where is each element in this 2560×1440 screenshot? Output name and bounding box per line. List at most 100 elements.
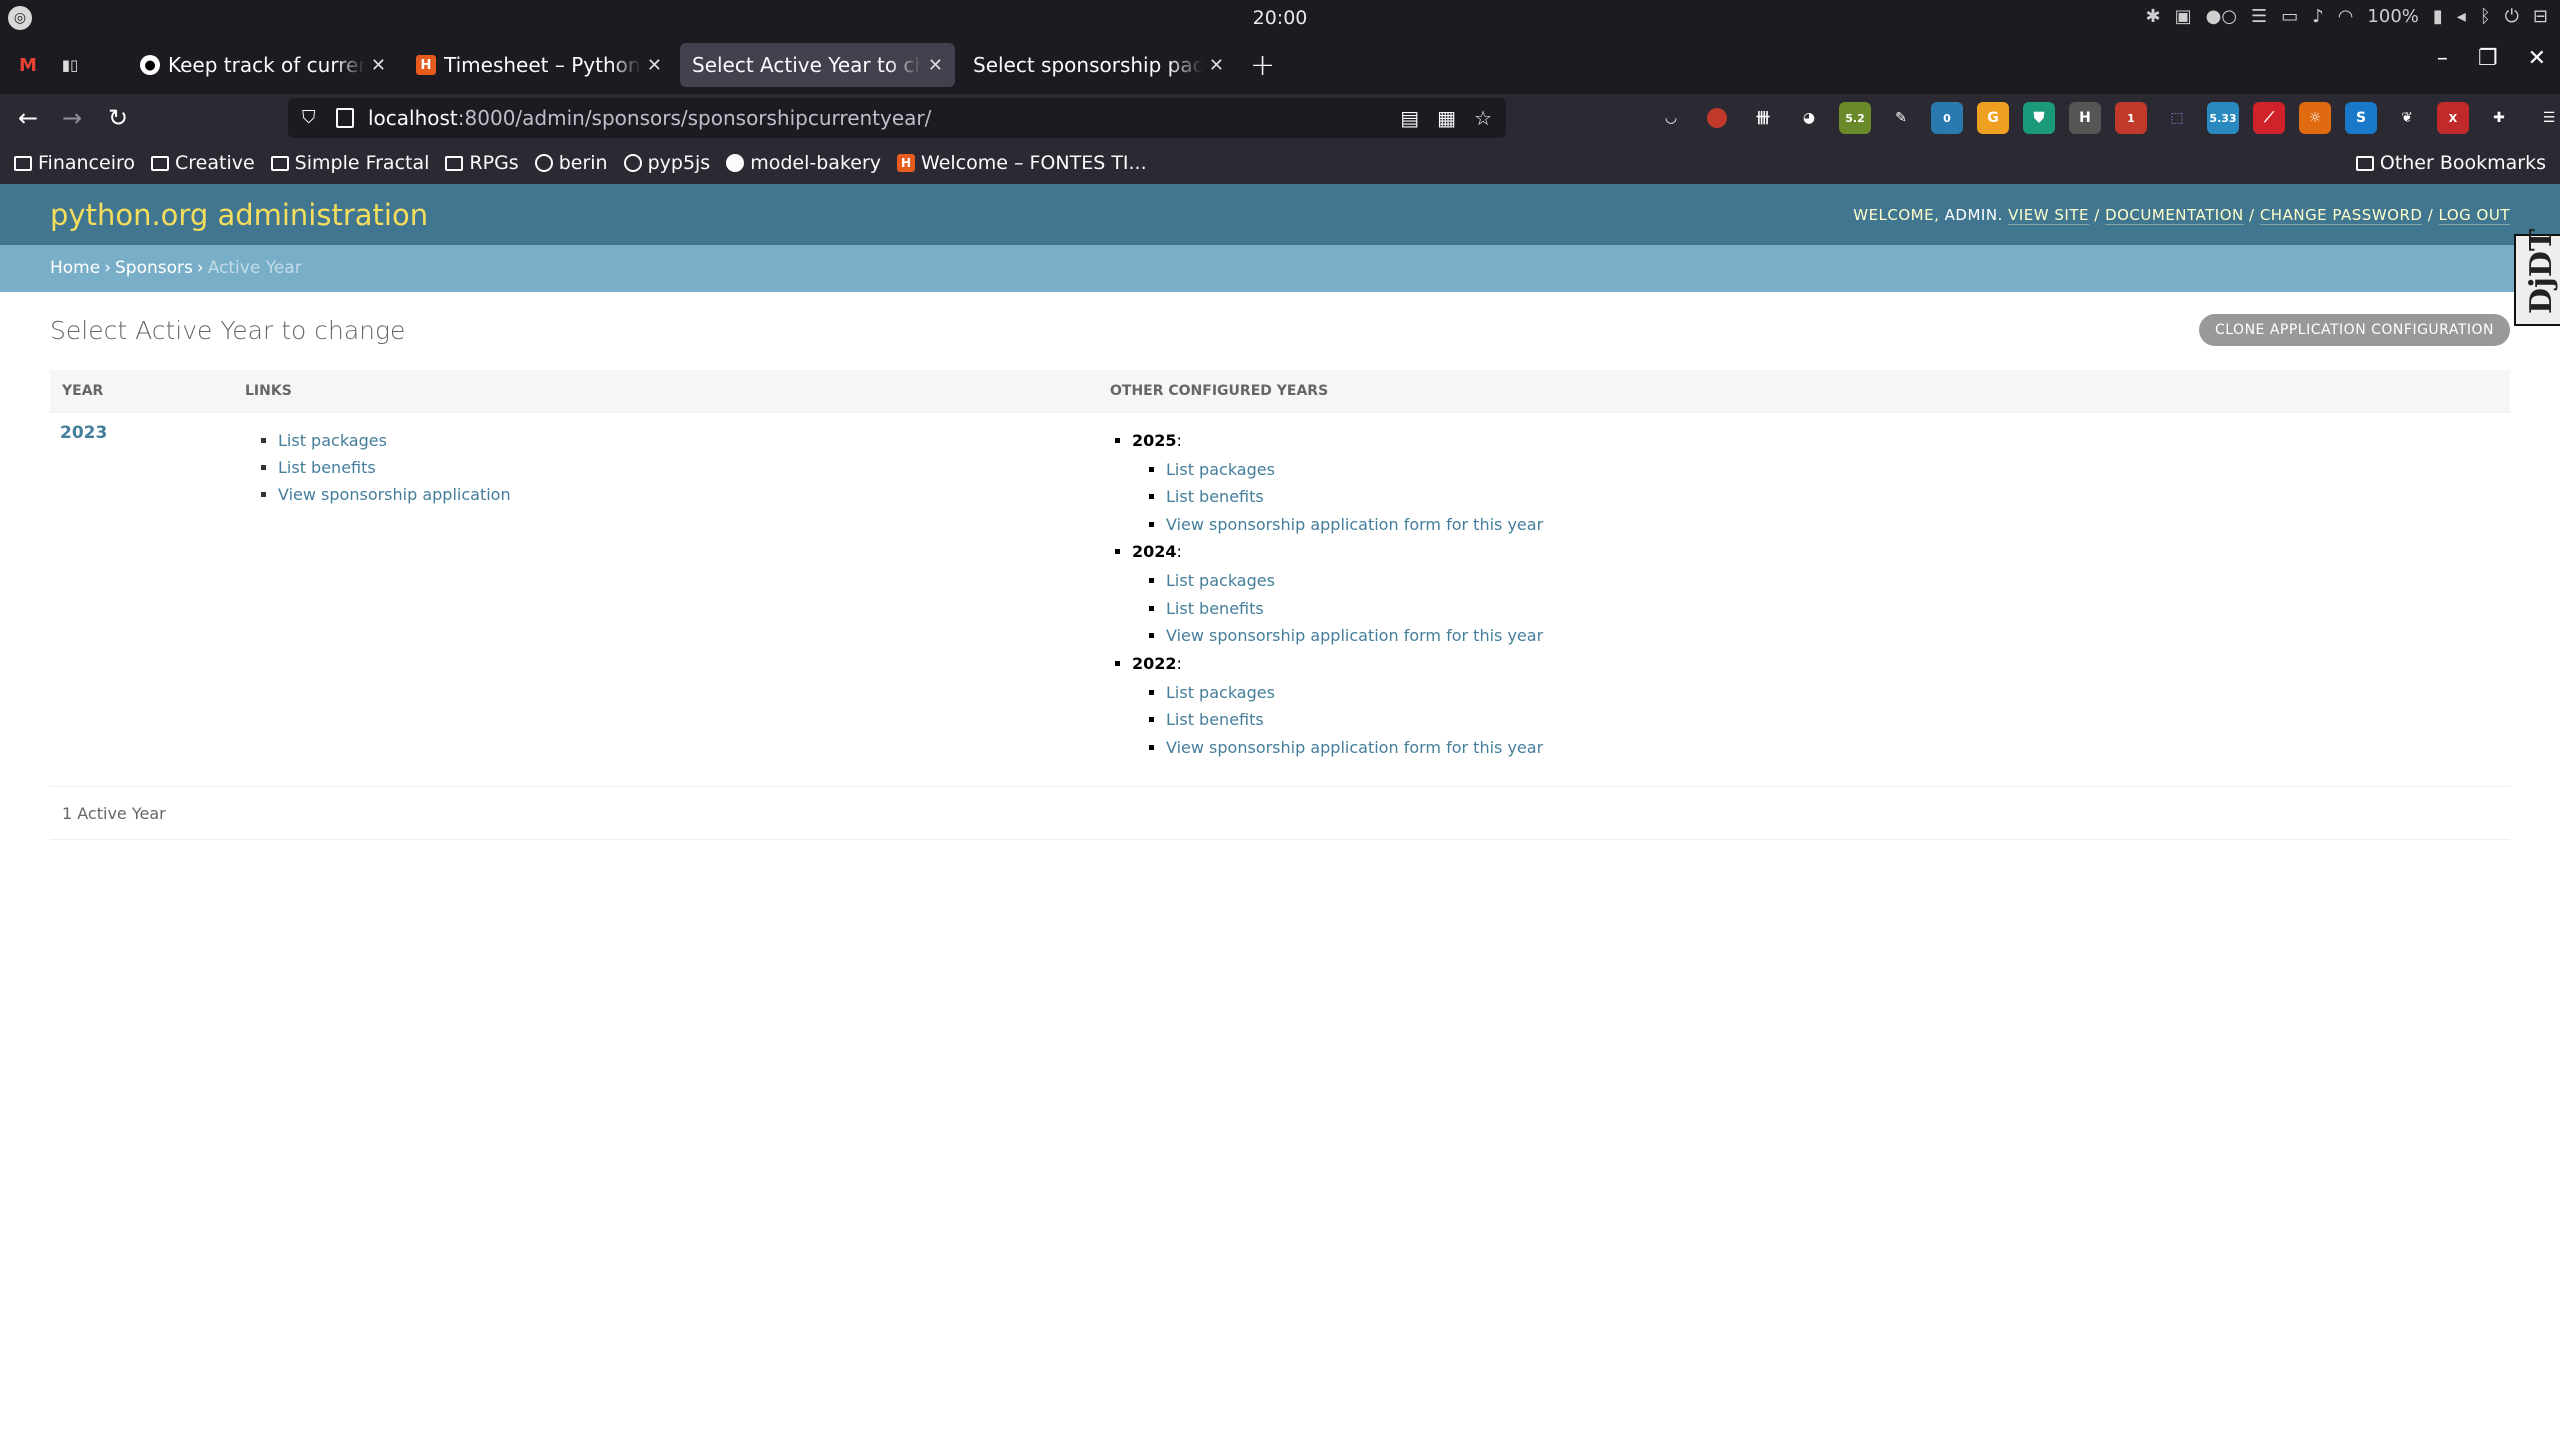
folder-icon[interactable]: ▭: [2281, 6, 2298, 27]
back-button[interactable]: ←: [8, 98, 48, 138]
list-packages-link[interactable]: List packages: [1166, 683, 1275, 702]
other-bookmarks[interactable]: Other Bookmarks: [2355, 152, 2546, 174]
nvidia-icon[interactable]: ▣: [2175, 6, 2192, 27]
extension-badge-icon[interactable]: 5.2: [1839, 102, 1871, 134]
new-tab-button[interactable]: +: [1250, 48, 1275, 83]
clipboard-icon[interactable]: ☰: [2251, 6, 2267, 27]
timer-extension-icon[interactable]: 5.33: [2207, 102, 2239, 134]
other-years-list: 2025: List packages List benefits View s…: [1132, 427, 2510, 762]
extension-counter-icon[interactable]: 0: [1931, 102, 1963, 134]
slack-icon[interactable]: ✱: [2146, 6, 2161, 27]
minimize-icon[interactable]: –: [2437, 46, 2448, 71]
globe-icon: [534, 154, 553, 172]
pinned-tab-reader[interactable]: ▮▯: [50, 45, 90, 85]
os-menu-icon[interactable]: ◎: [8, 6, 32, 30]
reader-view-icon[interactable]: ▤: [1400, 106, 1419, 130]
view-application-form-link[interactable]: View sponsorship application form for th…: [1166, 515, 1543, 534]
clock: 20:00: [1252, 7, 1308, 29]
column-header-year[interactable]: Year: [50, 370, 233, 413]
list-benefits-link[interactable]: List benefits: [278, 458, 376, 477]
bookmark-financeiro[interactable]: Financeiro: [14, 152, 135, 174]
close-tab-icon[interactable]: ✕: [647, 55, 662, 76]
bookmark-pyp5js[interactable]: pyp5js: [623, 152, 710, 174]
view-site-link[interactable]: View site: [2008, 206, 2089, 225]
pdf-icon[interactable]: ⟋: [2253, 102, 2285, 134]
clone-application-configuration-button[interactable]: Clone application configuration: [2198, 314, 2510, 346]
pinned-tab-gmail[interactable]: M: [8, 45, 48, 85]
close-tab-icon[interactable]: ✕: [928, 55, 943, 76]
list-packages-link[interactable]: List packages: [1166, 460, 1275, 479]
extensions-icon[interactable]: ✚: [2483, 102, 2515, 134]
tracking-protection-icon[interactable]: ⛉: [302, 107, 324, 129]
lastpass-icon[interactable]: X: [2437, 102, 2469, 134]
list-benefits-link[interactable]: List benefits: [1166, 599, 1264, 618]
welcome-text: Welcome,: [1853, 206, 1940, 224]
pen-icon[interactable]: ✎: [1885, 102, 1917, 134]
h-extension-icon[interactable]: H: [2069, 102, 2101, 134]
shield-extension-icon[interactable]: ⛊: [2023, 102, 2055, 134]
documentation-link[interactable]: Documentation: [2105, 206, 2244, 225]
list-item: List benefits: [278, 454, 1098, 481]
tab-github[interactable]: ● Keep track of current sp ✕: [128, 43, 398, 87]
list-benefits-link[interactable]: List benefits: [1166, 710, 1264, 729]
site-branding[interactable]: python.org administration: [50, 198, 428, 232]
url-bar[interactable]: ⛉ localhost:8000/admin/sponsors/sponsors…: [288, 98, 1506, 138]
change-password-link[interactable]: Change password: [2259, 206, 2423, 225]
breadcrumb-current: Active Year: [207, 258, 302, 278]
grammarly-icon[interactable]: G: [1977, 102, 2009, 134]
menu-icon[interactable]: ☰: [2533, 102, 2560, 134]
bluetooth-icon[interactable]: ᛒ: [2480, 6, 2491, 27]
log-out-link[interactable]: Log out: [2438, 206, 2510, 225]
breadcrumb-home[interactable]: Home: [50, 258, 100, 278]
reload-button[interactable]: ↻: [98, 98, 138, 138]
adblock-icon[interactable]: 1: [2115, 102, 2147, 134]
close-tab-icon[interactable]: ✕: [1209, 55, 1224, 76]
view-application-form-link[interactable]: View sponsorship application form for th…: [1166, 738, 1543, 757]
list-packages-link[interactable]: List packages: [1166, 571, 1275, 590]
close-window-icon[interactable]: ✕: [2528, 46, 2546, 71]
screenshot-icon[interactable]: ⬚: [2161, 102, 2193, 134]
view-application-form-link[interactable]: View sponsorship application form for th…: [1166, 626, 1543, 645]
page-info-icon[interactable]: [336, 108, 354, 128]
qr-code-icon[interactable]: ▦: [1437, 106, 1456, 130]
bookmark-star-icon[interactable]: ☆: [1474, 106, 1492, 130]
bookmark-creative[interactable]: Creative: [151, 152, 255, 174]
volume-icon[interactable]: ◂: [2457, 6, 2466, 27]
bookmark-berin[interactable]: berin: [534, 152, 608, 174]
bookmark-rpgs[interactable]: RPGs: [445, 152, 519, 174]
list-packages-link[interactable]: List packages: [278, 431, 387, 450]
battery-label[interactable]: 100%: [2367, 6, 2418, 27]
bookmark-simple-fractal[interactable]: Simple Fractal: [270, 152, 429, 174]
restore-icon[interactable]: ❐: [2478, 46, 2498, 71]
pocket-icon[interactable]: ◡: [1655, 102, 1687, 134]
notifications-icon[interactable]: ♪: [2312, 6, 2324, 27]
tab-sponsorship-package[interactable]: Select sponsorship package ✕: [961, 43, 1236, 87]
view-sponsorship-application-link[interactable]: View sponsorship application: [278, 485, 511, 504]
forward-button[interactable]: →: [52, 98, 92, 138]
toolbox-icon[interactable]: 卌: [1747, 102, 1779, 134]
list-benefits-link[interactable]: List benefits: [1166, 487, 1264, 506]
tab-timesheet[interactable]: H Timesheet – Python Soft ✕: [404, 43, 674, 87]
folder-icon: [2355, 155, 2374, 171]
breadcrumb-sponsors[interactable]: Sponsors: [115, 258, 193, 278]
battery-icon[interactable]: ▮: [2433, 6, 2443, 27]
toggle-icon[interactable]: ●○: [2206, 6, 2237, 27]
close-tab-icon[interactable]: ✕: [371, 55, 386, 76]
dog-icon[interactable]: ◕: [1793, 102, 1825, 134]
logout-icon[interactable]: ⊟: [2533, 6, 2548, 27]
sun-extension-icon[interactable]: ☼: [2299, 102, 2331, 134]
url-text[interactable]: localhost:8000/admin/sponsors/sponsorshi…: [368, 106, 931, 130]
django-debug-toolbar-handle[interactable]: DjDT: [2514, 229, 2560, 326]
power-icon[interactable]: ⏻: [2505, 6, 2519, 27]
year-link[interactable]: 2023: [60, 423, 107, 443]
harvest-icon: H: [897, 154, 916, 172]
wifi-icon[interactable]: ◠: [2338, 6, 2354, 27]
s-extension-icon[interactable]: S: [2345, 102, 2377, 134]
tab-active-year[interactable]: Select Active Year to change ✕: [680, 43, 955, 87]
folder-icon: [445, 155, 464, 171]
ublock-icon[interactable]: [1701, 102, 1733, 134]
bookmark-model-bakery[interactable]: model-bakery: [726, 152, 881, 174]
bookmark-welcome-fontes[interactable]: H Welcome – FONTES TI...: [897, 152, 1147, 174]
result-table: Year Links Other configured years 2023 L…: [50, 370, 2510, 761]
bird-icon[interactable]: ❦: [2391, 102, 2423, 134]
